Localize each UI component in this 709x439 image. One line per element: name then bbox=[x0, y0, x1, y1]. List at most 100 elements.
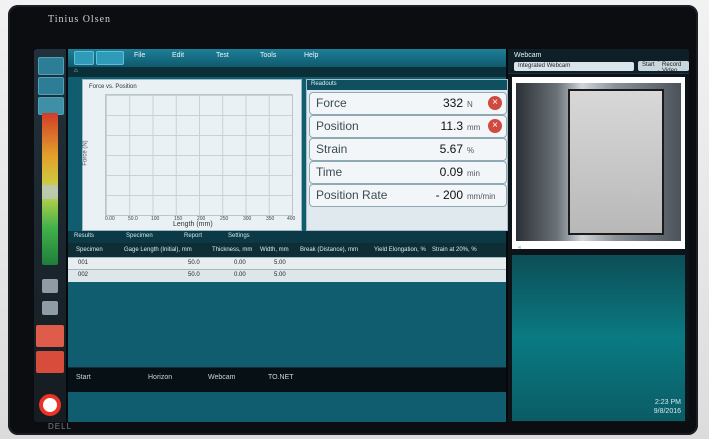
graph-title: Force vs. Position bbox=[89, 84, 137, 90]
webcam-window: Webcam Integrated Webcam Start Record Vi… bbox=[508, 49, 689, 422]
graph-plot-area bbox=[105, 94, 293, 216]
clock-time: 2:23 PM bbox=[654, 399, 681, 406]
readouts-header: Readouts bbox=[307, 80, 507, 90]
taskbar-app[interactable]: Horizon bbox=[148, 374, 172, 381]
windows-taskbar: Start Horizon Webcam TO.NET bbox=[68, 367, 506, 392]
webcam-start-button[interactable]: Start bbox=[638, 61, 659, 71]
column-header: Strain at 20%, % bbox=[432, 247, 477, 253]
close-icon[interactable]: × bbox=[488, 119, 502, 133]
toolbar-item[interactable]: Tools bbox=[260, 52, 276, 59]
strip-button[interactable] bbox=[38, 57, 64, 75]
readout-position-rate: Position Rate - 200 mm/min bbox=[309, 184, 507, 207]
toolbar-item[interactable]: Help bbox=[304, 52, 318, 59]
tab-results[interactable]: Results bbox=[74, 233, 94, 239]
webcam-preview bbox=[512, 77, 685, 249]
column-header: Gage Length (Initial), mm bbox=[124, 247, 192, 253]
x-tick-label: 400 bbox=[287, 216, 296, 222]
tool-icon[interactable] bbox=[42, 185, 58, 199]
table-cell: 0.00 bbox=[234, 260, 246, 266]
readout-value: - 200 bbox=[435, 188, 463, 202]
tab-specimen[interactable]: Specimen bbox=[126, 233, 153, 239]
readouts-title: Readouts bbox=[311, 81, 337, 87]
toolbar-button[interactable] bbox=[96, 51, 124, 65]
table-cell: 001 bbox=[78, 260, 89, 266]
table-cell: 0.00 bbox=[234, 272, 246, 278]
webcam-title: Webcam bbox=[514, 52, 542, 59]
column-header: Break (Distance), mm bbox=[300, 247, 359, 253]
taskbar-app[interactable]: TO.NET bbox=[268, 374, 294, 381]
close-icon[interactable]: × bbox=[488, 96, 502, 110]
table-header: Specimen Gage Length (Initial), mm Thick… bbox=[68, 243, 506, 257]
test-app-window: File Edit Test Tools Help ⌂ Force vs. Po… bbox=[68, 49, 508, 422]
run-test-button[interactable] bbox=[36, 325, 64, 347]
readouts-panel: Readouts Force 332 N × Position 11.3 mm … bbox=[306, 79, 508, 231]
readout-label: Time bbox=[316, 165, 343, 179]
force-position-graph: Force vs. Position Force (N) 0.00 50.0 1… bbox=[82, 79, 302, 231]
webcam-lower-label: ◄ bbox=[516, 245, 522, 251]
screen: File Edit Test Tools Help ⌂ Force vs. Po… bbox=[34, 49, 689, 422]
table-cell: 5.00 bbox=[274, 272, 286, 278]
camera-feed-door bbox=[568, 89, 664, 235]
toolbar-item[interactable]: Test bbox=[216, 52, 229, 59]
x-tick-label: 50.0 bbox=[128, 216, 138, 222]
readout-value: 11.3 bbox=[440, 119, 463, 133]
toolbar-item[interactable]: File bbox=[134, 52, 145, 59]
webcam-device-label: Integrated Webcam bbox=[518, 63, 571, 69]
readout-label: Position Rate bbox=[316, 188, 388, 202]
taskbar-app[interactable]: Webcam bbox=[208, 374, 236, 381]
tablet-bezel: Tinius Olsen DELL File Edit Test Tools H… bbox=[8, 5, 698, 435]
readout-force: Force 332 N × bbox=[309, 92, 507, 115]
start-button[interactable]: Start bbox=[76, 374, 91, 381]
emergency-stop-icon[interactable] bbox=[39, 394, 61, 416]
system-clock: 2:23 PM 9/8/2016 bbox=[654, 398, 681, 416]
readout-unit: mm/min bbox=[467, 192, 496, 201]
column-header: Yield Elongation, % bbox=[374, 247, 426, 253]
webcam-lower-panel: ◄ bbox=[512, 245, 685, 421]
webcam-header: Webcam Integrated Webcam Start Record Vi… bbox=[508, 49, 689, 74]
graph-x-label: Length (mm) bbox=[173, 221, 213, 228]
x-tick-label: 0.00 bbox=[105, 216, 115, 222]
table-row[interactable]: 002 50.0 0.00 5.00 bbox=[68, 269, 506, 282]
brand-label: Tinius Olsen bbox=[48, 14, 112, 25]
readout-time: Time 0.09 min bbox=[309, 161, 507, 184]
readout-unit: mm bbox=[467, 123, 481, 132]
readout-value: 332 bbox=[442, 96, 463, 110]
subtoolbar-label: ⌂ bbox=[74, 68, 78, 74]
readout-value: 5.67 bbox=[439, 142, 463, 156]
webcam-device-select[interactable]: Integrated Webcam bbox=[514, 62, 634, 71]
readout-unit: N bbox=[467, 100, 473, 109]
clock-date: 9/8/2016 bbox=[653, 408, 681, 415]
stop-test-button[interactable] bbox=[36, 351, 64, 373]
graph-y-label: Force (N) bbox=[82, 140, 89, 166]
table-cell: 50.0 bbox=[188, 272, 200, 278]
x-tick-label: 300 bbox=[243, 216, 252, 222]
readout-unit: min bbox=[467, 169, 480, 178]
readout-position: Position 11.3 mm × bbox=[309, 115, 507, 138]
bottom-label: DELL bbox=[48, 422, 73, 431]
readout-label: Position bbox=[316, 119, 359, 133]
table-cell: 50.0 bbox=[188, 260, 200, 266]
readout-label: Force bbox=[316, 96, 347, 110]
main-toolbar: File Edit Test Tools Help bbox=[68, 49, 506, 67]
subtoolbar: ⌂ bbox=[68, 67, 506, 77]
results-tabbar: Results Specimen Report Settings bbox=[68, 231, 506, 243]
tab-settings[interactable]: Settings bbox=[228, 233, 250, 239]
table-cell: 5.00 bbox=[274, 260, 286, 266]
x-tick-label: 100 bbox=[151, 216, 160, 222]
readout-unit: % bbox=[467, 146, 475, 155]
table-cell: 002 bbox=[78, 272, 89, 278]
x-tick-label: 350 bbox=[266, 216, 275, 222]
readout-strain: Strain 5.67 % bbox=[309, 138, 507, 161]
webcam-record-button[interactable]: Record Video bbox=[658, 61, 689, 74]
tab-report[interactable]: Report bbox=[184, 233, 202, 239]
tool-icon[interactable] bbox=[42, 301, 58, 315]
readout-value: 0.09 bbox=[439, 165, 463, 179]
column-header: Width, mm bbox=[260, 247, 289, 253]
app-logo-icon[interactable] bbox=[74, 51, 94, 65]
tool-icon[interactable] bbox=[42, 279, 58, 293]
strip-button[interactable] bbox=[38, 77, 64, 95]
column-header: Specimen bbox=[76, 247, 103, 253]
x-tick-label: 250 bbox=[220, 216, 229, 222]
column-header: Thickness, mm bbox=[212, 247, 253, 253]
toolbar-item[interactable]: Edit bbox=[172, 52, 184, 59]
